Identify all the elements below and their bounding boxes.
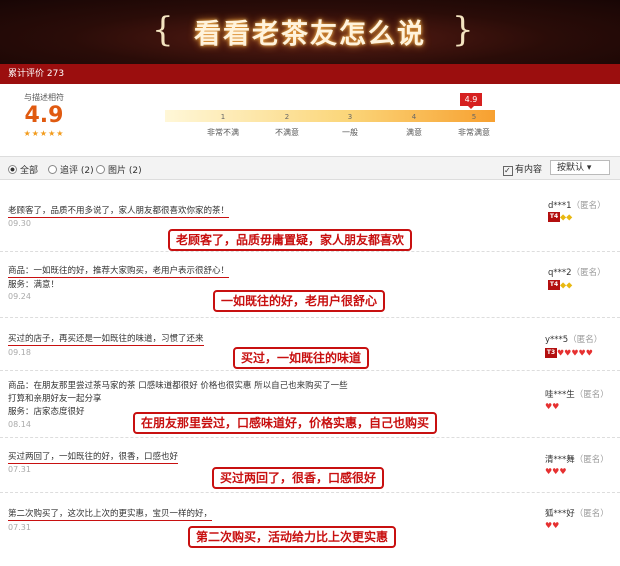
with-content-checkbox[interactable]: ✓ 有内容 <box>503 162 542 176</box>
review-highlight-callout: 在朋友那里尝过，口感味道好，价格实惠，自己也购买 <box>133 412 438 434</box>
reviewer-level: T4 ◆◆ <box>548 280 572 291</box>
scale-num-1: 1 <box>220 113 226 121</box>
radio-icon <box>48 165 57 174</box>
review-text: 商品：在朋友那里尝过茶马家的茶 口感味道都很好 价格也很实惠 所以自己也来购买了… <box>8 381 348 391</box>
radio-icon <box>96 165 105 174</box>
review-text: 商品：一如既往的好，推荐大家购买，老用户表示很舒心！ <box>8 266 230 278</box>
review-item: 第二次购买了，这次比上次的更实惠，宝贝一样的好， 07.31 第二次购买，活动给… <box>0 493 620 565</box>
level-badge: T3 <box>545 348 557 358</box>
level-badge: T4 <box>548 280 560 290</box>
review-date: 07.31 <box>8 523 31 532</box>
reviewer-id: y***5 <box>545 335 569 345</box>
gem-icons: ◆◆ <box>560 280 573 290</box>
reviewer-level: T3 ♥♥♥♥♥ <box>545 348 593 359</box>
reviews-banner: { 看看老茶友怎么说 } <box>0 0 620 64</box>
filter-images-radio[interactable]: 图片 (2) <box>96 163 142 176</box>
review-highlight-callout: 老顾客了，品质毋庸置疑，家人朋友都喜欢 <box>168 229 413 251</box>
scale-label-1: 非常不满 <box>207 128 239 137</box>
scale-num-2: 2 <box>284 113 290 121</box>
review-item: 商品：在朋友那里尝过茶马家的茶 口感味道都很好 价格也很实惠 所以自己也来购买了… <box>0 371 620 438</box>
review-highlight-callout: 买过两回了，很香，口感很好 <box>212 467 385 489</box>
reviewer-id: 清***舞 <box>545 455 575 465</box>
review-highlight-callout: 买过，一如既往的味道 <box>233 347 370 369</box>
rating-label: 与描述相符 <box>24 93 64 102</box>
anonymous-tag: （匿名） <box>571 201 606 211</box>
reviewer-name: 哇***生（匿名） <box>545 388 609 400</box>
review-text: 第二次购买了，这次比上次的更实惠，宝贝一样的好， <box>8 509 213 521</box>
review-date: 09.18 <box>8 348 31 357</box>
review-text: 买过的店子，再买还是一如既往的味道，习惯了还来 <box>8 334 204 346</box>
review-item: 买过两回了，一如既往的好，很香，口感也好 07.31 买过两回了，很香，口感很好… <box>0 438 620 493</box>
review-text: 老顾客了，品质不用多说了，家人朋友都很喜欢你家的茶！ <box>8 206 230 218</box>
anonymous-tag: （匿名） <box>568 335 603 345</box>
review-highlight-callout: 第二次购买，活动给力比上次更实惠 <box>188 526 397 548</box>
review-item: 老顾客了，品质不用多说了，家人朋友都很喜欢你家的茶！ 09.30 老顾客了，品质… <box>0 179 620 252</box>
filter-all-label: 全部 <box>20 166 39 176</box>
rating-stars: ★★★★★ <box>23 129 65 138</box>
review-date: 09.30 <box>8 219 31 228</box>
filter-append-label: 追评 (2) <box>60 166 94 176</box>
review-service-text: 服务：满意！ <box>8 280 60 290</box>
scale-num-4: 4 <box>411 113 417 121</box>
banner-title: 看看老茶友怎么说 <box>194 19 426 50</box>
left-bracket-ornament: { <box>152 10 174 50</box>
review-filter-bar: 全部 追评 (2) 图片 (2) ✓ 有内容 按默认 ▾ <box>0 156 620 180</box>
review-highlight-callout: 一如既往的好，老用户很舒心 <box>213 290 386 312</box>
anonymous-tag: （匿名） <box>574 390 609 400</box>
checkmark-icon: ✓ <box>503 166 513 176</box>
scale-num-5: 5 <box>471 113 477 121</box>
filter-append-radio[interactable]: 追评 (2) <box>48 163 94 176</box>
review-date: 09.24 <box>8 292 31 301</box>
review-text: 买过两回了，一如既往的好，很香，口感也好 <box>8 452 179 464</box>
review-count-label: 累计评价 273 <box>8 69 65 79</box>
sort-dropdown[interactable]: 按默认 ▾ <box>550 160 610 175</box>
review-date: 07.31 <box>8 465 31 474</box>
reviewer-level: ♥♥♥ <box>545 467 567 477</box>
review-service-text: 服务：店家态度很好 <box>8 407 85 417</box>
scale-label-5: 非常满意 <box>458 128 490 137</box>
scale-label-2: 不满意 <box>275 128 299 137</box>
reviewer-name: 清***舞（匿名） <box>545 453 609 465</box>
reviewer-id: 狐***好 <box>545 509 575 519</box>
scale-num-3: 3 <box>347 113 353 121</box>
reviewer-id: 哇***生 <box>545 390 575 400</box>
right-bracket-ornament: } <box>452 10 474 50</box>
reviewer-level: ♥♥ <box>545 402 559 412</box>
rating-score: 4.9 <box>24 103 64 128</box>
gem-icons: ◆◆ <box>560 212 573 222</box>
filter-all-radio[interactable]: 全部 <box>8 163 38 176</box>
heart-icons: ♥♥♥ <box>545 467 567 476</box>
review-item: 买过的店子，再买还是一如既往的味道，习惯了还来 09.18 买过，一如既往的味道… <box>0 318 620 371</box>
reviewer-id: d***1 <box>548 201 572 211</box>
reviewer-name: 狐***好（匿名） <box>545 507 609 519</box>
scale-label-3: 一般 <box>342 128 358 137</box>
reviewer-name: q***2（匿名） <box>548 266 606 278</box>
reviewer-name: d***1（匿名） <box>548 199 606 211</box>
reviewer-level: T4 ◆◆ <box>548 212 572 223</box>
reviewer-id: q***2 <box>548 268 572 278</box>
reviewer-name: y***5（匿名） <box>545 333 602 345</box>
heart-icons: ♥♥ <box>545 402 560 411</box>
review-item: 商品：一如既往的好，推荐大家购买，老用户表示很舒心！ 服务：满意！ 09.24 … <box>0 252 620 318</box>
anonymous-tag: （匿名） <box>574 455 609 465</box>
review-date: 08.14 <box>8 420 31 429</box>
heart-icons: ♥♥♥♥♥ <box>557 348 593 358</box>
heart-icons: ♥♥ <box>545 521 560 530</box>
anonymous-tag: （匿名） <box>571 268 606 278</box>
radio-selected-icon <box>8 165 17 174</box>
rating-score-badge: 4.9 <box>460 93 482 109</box>
review-count-bar: 累计评价 273 <box>0 64 620 84</box>
reviewer-level: ♥♥ <box>545 521 559 531</box>
filter-images-label: 图片 (2) <box>108 166 142 176</box>
anonymous-tag: （匿名） <box>574 509 609 519</box>
level-badge: T4 <box>548 212 560 222</box>
with-content-label: 有内容 <box>515 165 543 175</box>
review-text-continued: 打算和亲朋好友一起分享 <box>8 394 102 404</box>
rating-summary: 与描述相符 4.9 ★★★★★ <box>0 92 88 138</box>
scale-label-4: 满意 <box>406 128 422 137</box>
